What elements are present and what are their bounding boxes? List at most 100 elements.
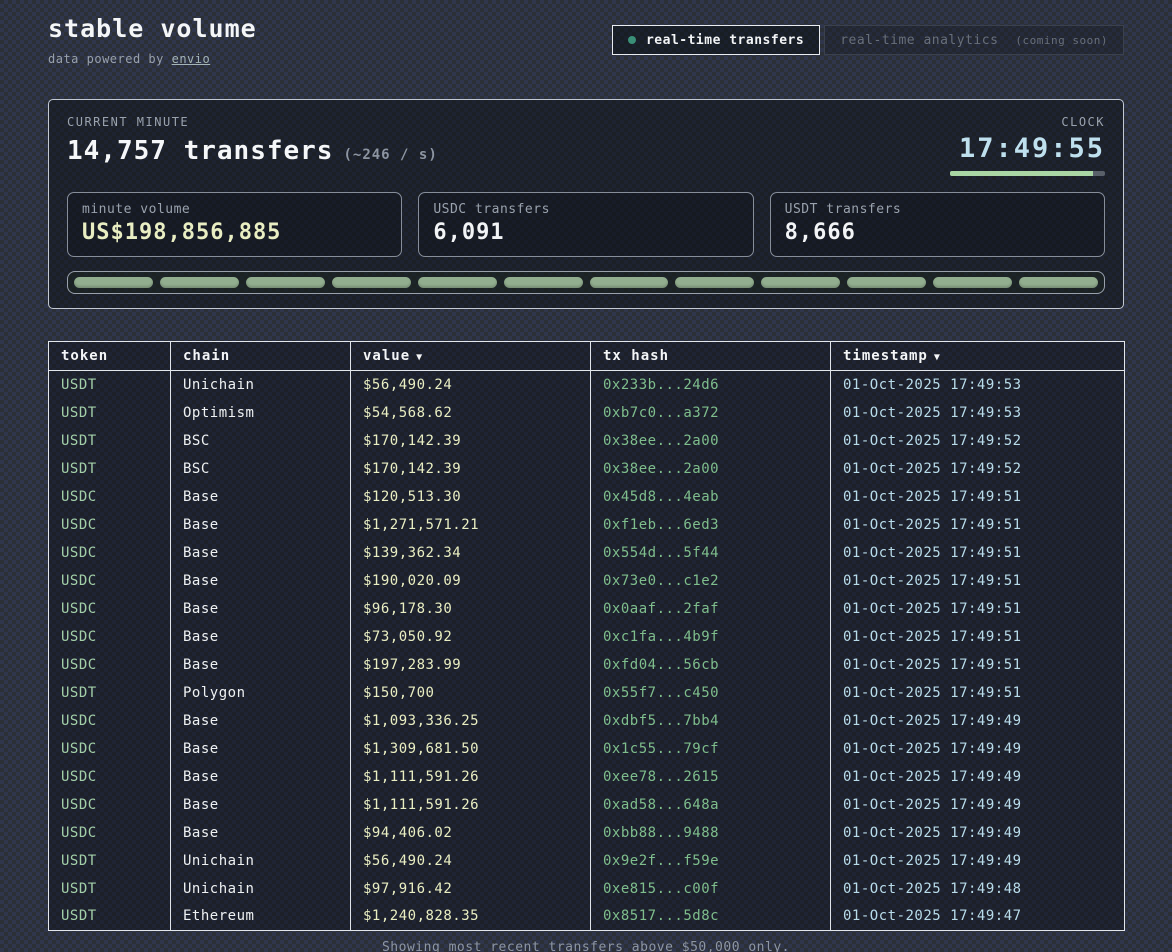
- cell-value: $1,309,681.50: [351, 735, 591, 763]
- cell-chain: Base: [171, 791, 351, 819]
- stat-value: 8,666: [785, 220, 1090, 245]
- current-minute-panel: CURRENT MINUTE 14,757 transfers (~246 / …: [48, 99, 1124, 309]
- cell-timestamp: 01-Oct-2025 17:49:51: [831, 539, 1125, 567]
- cell-value: $120,513.30: [351, 483, 591, 511]
- cell-timestamp: 01-Oct-2025 17:49:49: [831, 707, 1125, 735]
- table-row: USDCBase$197,283.990xfd04...56cb01-Oct-2…: [49, 651, 1125, 679]
- tab-label: real-time analytics: [840, 33, 998, 48]
- cell-timestamp: 01-Oct-2025 17:49:49: [831, 763, 1125, 791]
- cell-tx-hash[interactable]: 0xdbf5...7bb4: [591, 707, 831, 735]
- tab-label: real-time transfers: [646, 33, 804, 48]
- cell-tx-hash[interactable]: 0x554d...5f44: [591, 539, 831, 567]
- cell-token: USDT: [49, 427, 171, 455]
- cell-chain: Base: [171, 735, 351, 763]
- cell-value: $97,916.42: [351, 875, 591, 903]
- sort-desc-icon: ▼: [934, 352, 941, 363]
- transfers-summary: CURRENT MINUTE 14,757 transfers (~246 / …: [67, 115, 438, 166]
- cell-tx-hash[interactable]: 0xf1eb...6ed3: [591, 511, 831, 539]
- minute-segments: [67, 271, 1105, 294]
- clock-block: CLOCK 17:49:55: [950, 115, 1105, 176]
- cell-chain: Base: [171, 763, 351, 791]
- cell-timestamp: 01-Oct-2025 17:49:53: [831, 371, 1125, 399]
- table-row: USDTEthereum$1,240,828.350x8517...5d8c01…: [49, 903, 1125, 931]
- cell-chain: Unichain: [171, 371, 351, 399]
- cell-token: USDC: [49, 567, 171, 595]
- cell-token: USDC: [49, 763, 171, 791]
- cell-tx-hash[interactable]: 0x73e0...c1e2: [591, 567, 831, 595]
- cell-value: $197,283.99: [351, 651, 591, 679]
- cell-chain: BSC: [171, 427, 351, 455]
- cell-tx-hash[interactable]: 0x1c55...79cf: [591, 735, 831, 763]
- stat-label: minute volume: [82, 202, 387, 217]
- cell-tx-hash[interactable]: 0x8517...5d8c: [591, 903, 831, 931]
- cell-tx-hash[interactable]: 0x38ee...2a00: [591, 455, 831, 483]
- cell-tx-hash[interactable]: 0xad58...648a: [591, 791, 831, 819]
- cell-chain: Base: [171, 595, 351, 623]
- minute-segment: [504, 277, 583, 288]
- cell-tx-hash[interactable]: 0xb7c0...a372: [591, 399, 831, 427]
- cell-tx-hash[interactable]: 0x9e2f...f59e: [591, 847, 831, 875]
- cell-tx-hash[interactable]: 0x0aaf...2faf: [591, 595, 831, 623]
- transfers-count: 14,757 transfers: [67, 136, 333, 166]
- cell-chain: Ethereum: [171, 903, 351, 931]
- cell-token: USDC: [49, 707, 171, 735]
- cell-tx-hash[interactable]: 0xee78...2615: [591, 763, 831, 791]
- table-row: USDCBase$1,093,336.250xdbf5...7bb401-Oct…: [49, 707, 1125, 735]
- cell-tx-hash[interactable]: 0x38ee...2a00: [591, 427, 831, 455]
- cell-value: $56,490.24: [351, 847, 591, 875]
- cell-chain: Unichain: [171, 847, 351, 875]
- cell-timestamp: 01-Oct-2025 17:49:49: [831, 735, 1125, 763]
- column-header-tx-hash: tx hash: [591, 342, 831, 371]
- table-row: USDCBase$1,111,591.260xad58...648a01-Oct…: [49, 791, 1125, 819]
- cell-token: USDT: [49, 875, 171, 903]
- cell-value: $1,111,591.26: [351, 791, 591, 819]
- cell-value: $190,020.09: [351, 567, 591, 595]
- tab-real-time-transfers[interactable]: real-time transfers: [612, 25, 820, 55]
- cell-tx-hash[interactable]: 0x45d8...4eab: [591, 483, 831, 511]
- envio-link[interactable]: envio: [172, 52, 211, 66]
- sort-desc-icon: ▼: [416, 352, 423, 363]
- table-row: USDTUnichain$56,490.240x9e2f...f59e01-Oc…: [49, 847, 1125, 875]
- stat-value: US$198,856,885: [82, 220, 387, 245]
- live-dot-icon: [628, 36, 636, 44]
- topbar: stable volume data powered by envio real…: [48, 14, 1124, 66]
- stat-box-minute-volume: minute volume US$198,856,885: [67, 192, 402, 257]
- column-header-value[interactable]: value▼: [351, 342, 591, 371]
- stat-label: USDC transfers: [433, 202, 738, 217]
- cell-timestamp: 01-Oct-2025 17:49:52: [831, 427, 1125, 455]
- stat-label: USDT transfers: [785, 202, 1090, 217]
- cell-value: $1,093,336.25: [351, 707, 591, 735]
- cell-chain: Base: [171, 483, 351, 511]
- powered-by-text: data powered by: [48, 52, 172, 66]
- cell-tx-hash[interactable]: 0xfd04...56cb: [591, 651, 831, 679]
- transfers-tbody: USDTUnichain$56,490.240x233b...24d601-Oc…: [49, 371, 1125, 931]
- cell-token: USDT: [49, 371, 171, 399]
- cell-tx-hash[interactable]: 0x55f7...c450: [591, 679, 831, 707]
- tab-real-time-analytics[interactable]: real-time analytics (coming soon): [824, 25, 1124, 55]
- clock-label: CLOCK: [950, 115, 1105, 129]
- cell-chain: Polygon: [171, 679, 351, 707]
- table-row: USDTUnichain$56,490.240x233b...24d601-Oc…: [49, 371, 1125, 399]
- cell-value: $56,490.24: [351, 371, 591, 399]
- cell-value: $73,050.92: [351, 623, 591, 651]
- clock-time: 17:49:55: [950, 133, 1105, 164]
- cell-tx-hash[interactable]: 0x233b...24d6: [591, 371, 831, 399]
- transfers-table-wrap: token chain value▼ tx hash timestamp▼ US…: [48, 341, 1124, 931]
- stat-box-usdc-transfers: USDC transfers 6,091: [418, 192, 753, 257]
- cell-timestamp: 01-Oct-2025 17:49:51: [831, 567, 1125, 595]
- cell-token: USDC: [49, 623, 171, 651]
- cell-tx-hash[interactable]: 0xc1fa...4b9f: [591, 623, 831, 651]
- cell-timestamp: 01-Oct-2025 17:49:49: [831, 791, 1125, 819]
- cell-token: USDC: [49, 819, 171, 847]
- cell-chain: Base: [171, 651, 351, 679]
- cell-timestamp: 01-Oct-2025 17:49:49: [831, 847, 1125, 875]
- cell-value: $150,700: [351, 679, 591, 707]
- cell-value: $170,142.39: [351, 455, 591, 483]
- cell-token: USDT: [49, 455, 171, 483]
- cell-value: $94,406.02: [351, 819, 591, 847]
- cell-tx-hash[interactable]: 0xe815...c00f: [591, 875, 831, 903]
- cell-tx-hash[interactable]: 0xbb88...9488: [591, 819, 831, 847]
- cell-chain: Base: [171, 707, 351, 735]
- tab-bar: real-time transfers real-time analytics …: [612, 25, 1124, 55]
- column-header-timestamp[interactable]: timestamp▼: [831, 342, 1125, 371]
